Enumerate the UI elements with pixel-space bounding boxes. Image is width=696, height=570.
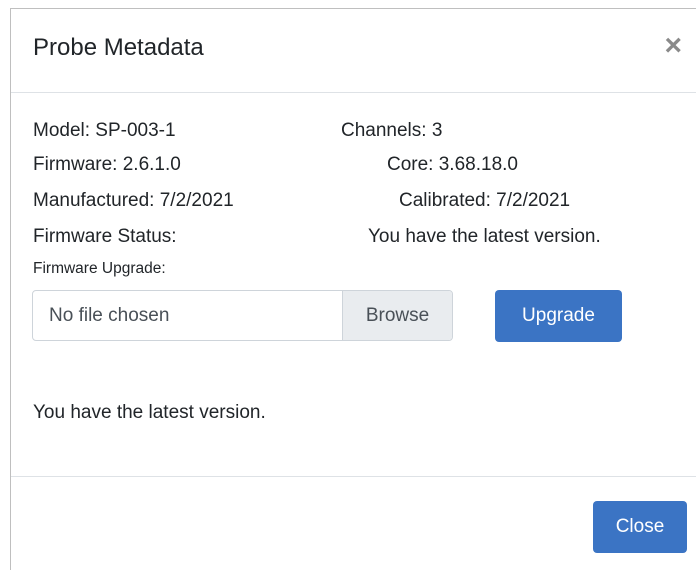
file-input-label: No file chosen <box>49 305 170 326</box>
modal-title: Probe Metadata <box>33 34 204 61</box>
upgrade-button[interactable]: Upgrade <box>495 290 622 342</box>
firmware-upgrade-label: Firmware Upgrade: <box>33 260 166 277</box>
modal-header: Probe Metadata × <box>11 9 696 93</box>
close-button[interactable]: Close <box>593 501 687 553</box>
firmware-status-value: You have the latest version. <box>368 226 601 247</box>
browse-button-label: Browse <box>365 305 430 326</box>
model-text: Model: SP-003-1 <box>33 120 176 141</box>
channels-text: Channels: 3 <box>341 120 443 141</box>
firmware-status-label: Firmware Status: <box>33 226 177 247</box>
manufactured-text: Manufactured: 7/2/2021 <box>33 190 234 211</box>
close-icon[interactable]: × <box>664 31 682 61</box>
status-message: You have the latest version. <box>33 402 266 423</box>
calibrated-text: Calibrated: 7/2/2021 <box>399 190 571 211</box>
file-input[interactable]: No file chosen Browse <box>32 290 453 341</box>
firmware-text: Firmware: 2.6.1.0 <box>33 154 181 175</box>
footer-divider <box>11 476 696 477</box>
core-text: Core: 3.68.18.0 <box>387 154 518 175</box>
probe-metadata-modal: Probe Metadata × Model: SP-003-1 Channel… <box>10 8 696 570</box>
browse-button[interactable]: Browse <box>342 291 452 340</box>
